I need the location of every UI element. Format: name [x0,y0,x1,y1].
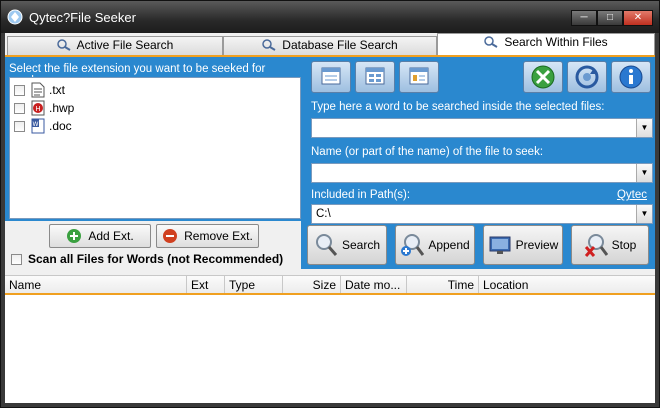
tab-label: Database File Search [282,38,398,52]
search-icon [56,39,71,51]
svg-text:H: H [35,105,40,113]
word-field-label: Type here a word to be searched inside t… [311,101,605,113]
chevron-down-icon[interactable]: ▼ [636,205,652,223]
remove-extension-button[interactable]: Remove Ext. [156,224,259,248]
search-word-input[interactable]: ▼ [311,118,653,138]
add-icon [67,229,82,243]
scan-all-label: Scan all Files for Words (not Recommende… [28,252,284,266]
extension-label: .txt [49,83,66,97]
preview-label: Preview [515,238,559,252]
chevron-down-icon[interactable]: ▼ [636,119,652,137]
qytec-link[interactable]: Qytec [617,189,647,201]
append-search-icon [401,234,425,256]
results-header: Name Ext Type Size Date mo... Time Locat… [5,275,655,294]
column-type[interactable]: Type [225,276,283,294]
app-window: Qytec?File Seeker ─ □ ✕ Active File Sear… [0,0,660,408]
tab-bar: Active File Search Database File Search … [5,33,655,55]
add-extension-label: Add Ext. [88,229,134,243]
extension-checkbox[interactable] [14,84,25,96]
svg-text:W: W [33,121,39,128]
window-title: Qytec?File Seeker [29,10,136,25]
chevron-down-icon[interactable]: ▼ [636,164,652,182]
path-value: C:\ [316,208,331,220]
scan-all-checkbox[interactable] [11,253,22,265]
refresh-button[interactable] [567,61,607,93]
tab-search-within-files[interactable]: Search Within Files [437,33,655,55]
info-button[interactable] [611,61,651,93]
column-location[interactable]: Location [479,276,655,294]
remove-extension-label: Remove Ext. [184,229,253,243]
text-file-icon [31,82,45,98]
tab-database-file-search[interactable]: Database File Search [223,36,437,55]
extension-label: .doc [49,119,72,133]
database-search-icon [262,39,276,51]
list-item[interactable]: H .hwp [14,99,74,117]
extension-label: .hwp [49,101,75,115]
column-time[interactable]: Time [407,276,479,294]
preview-button[interactable]: Preview [483,225,563,265]
main-panel: Active File Search Database File Search … [5,33,655,403]
info-icon [619,65,643,89]
magnifier-icon [315,234,338,256]
file-name-input[interactable]: ▼ [311,163,653,183]
app-logo-icon [7,9,23,25]
window-layout-icon [321,67,341,85]
column-ext[interactable]: Ext [187,276,225,294]
path-field-label: Included in Path(s): [311,189,411,201]
word-file-icon: W [31,118,45,134]
monitor-icon [489,236,511,254]
extension-checkbox[interactable] [14,120,25,132]
results-list[interactable] [5,295,655,403]
refresh-icon [575,65,599,89]
view-mode-3-button[interactable] [399,61,439,93]
column-date-modified[interactable]: Date mo... [341,276,407,294]
append-label: Append [428,238,470,252]
tab-label: Active File Search [76,38,174,52]
remove-icon [163,229,178,243]
close-button[interactable]: ✕ [623,10,653,26]
scan-all-option[interactable]: Scan all Files for Words (not Recommende… [11,252,283,266]
hwp-file-icon: H [31,100,45,116]
stop-search-icon [584,234,608,257]
file-search-icon [484,36,498,48]
tools-button[interactable] [523,61,563,93]
list-item[interactable]: W .doc [14,117,72,135]
title-bar[interactable]: Qytec?File Seeker ─ □ ✕ [1,1,659,33]
minimize-button[interactable]: ─ [571,10,597,26]
view-mode-2-button[interactable] [355,61,395,93]
window-grid-icon [365,67,385,85]
extension-checkbox[interactable] [14,102,25,114]
column-size[interactable]: Size [283,276,341,294]
list-item[interactable]: .txt [14,81,65,99]
extension-list[interactable]: .txt H .hwp W .doc [9,77,301,219]
stop-label: Stop [611,238,637,252]
add-extension-button[interactable]: Add Ext. [49,224,151,248]
window-list-icon [409,67,429,85]
name-field-label: Name (or part of the name) of the file t… [311,146,544,158]
tab-label: Search Within Files [504,35,608,49]
maximize-button[interactable]: □ [597,10,623,26]
stop-button[interactable]: Stop [571,225,649,265]
tab-active-file-search[interactable]: Active File Search [7,36,223,55]
search-label: Search [341,238,381,252]
tools-icon [531,65,555,89]
append-button[interactable]: Append [395,225,475,265]
view-mode-1-button[interactable] [311,61,351,93]
search-button[interactable]: Search [307,225,387,265]
path-input[interactable]: C:\ ▼ [311,204,653,224]
column-name[interactable]: Name [5,276,187,294]
extension-panel: Select the file extension you want to be… [5,57,301,221]
